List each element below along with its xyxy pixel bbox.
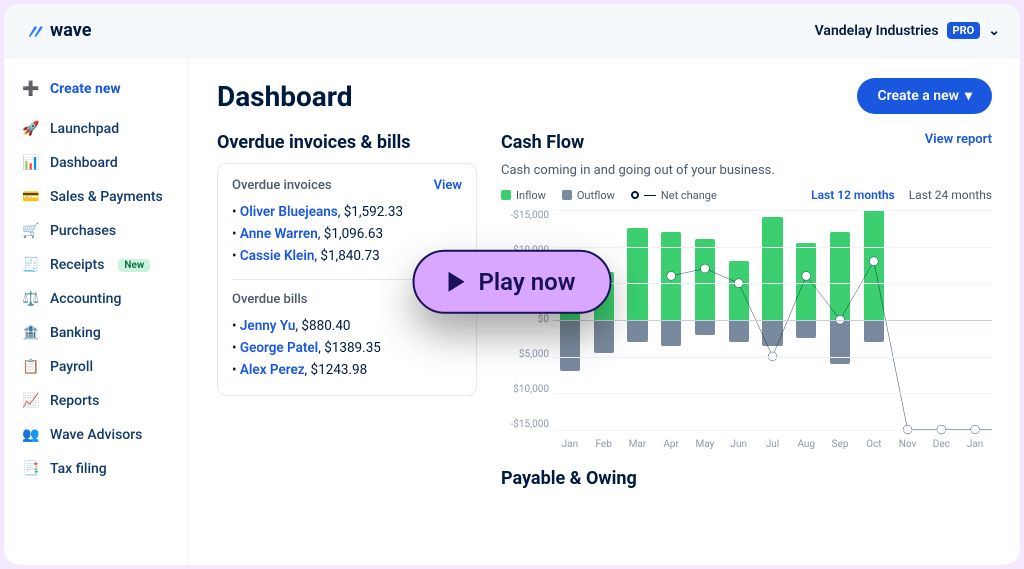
nav-icon: 📊 xyxy=(22,155,40,171)
customer-link[interactable]: Oliver Bluejeans xyxy=(240,204,338,220)
page-title: Dashboard xyxy=(217,80,353,113)
sidebar-item-banking[interactable]: 🏦Banking xyxy=(4,316,188,350)
create-new-dropdown[interactable]: Create a new ▾ xyxy=(857,78,992,114)
view-report-link[interactable]: View report xyxy=(925,132,992,147)
list-item: • Jenny Yu, $880.40 xyxy=(232,315,462,337)
caret-down-icon: ▾ xyxy=(965,88,972,104)
nav-icon: ⚖️ xyxy=(22,291,40,307)
payable-title: Payable & Owing xyxy=(501,468,992,489)
customer-link[interactable]: Anne Warren xyxy=(240,226,318,242)
list-item: • Oliver Bluejeans, $1,592.33 xyxy=(232,201,462,223)
new-badge: New xyxy=(118,259,150,272)
create-new-label: Create new xyxy=(50,81,121,97)
customer-link[interactable]: Jenny Yu xyxy=(240,318,296,334)
outflow-swatch-icon xyxy=(562,190,572,200)
nav-icon: 🚀 xyxy=(22,121,40,137)
sidebar-item-tax-filing[interactable]: 📑Tax filing xyxy=(4,452,188,486)
cashflow-chart: -$15,000$10,000$5,000$0$5,000$10,000-$15… xyxy=(501,210,992,450)
brand-logo: 〃 wave xyxy=(24,16,91,45)
list-item: • Alex Perez, $1243.98 xyxy=(232,359,462,381)
customer-link[interactable]: George Patel xyxy=(240,340,318,356)
main-content: Dashboard Create a new ▾ Overdue invoice… xyxy=(189,58,1020,565)
account-name: Vandelay Industries xyxy=(815,23,939,39)
inflow-swatch-icon xyxy=(501,190,511,200)
nav-icon: 📈 xyxy=(22,393,40,409)
sidebar-item-receipts[interactable]: 🧾ReceiptsNew xyxy=(4,248,188,282)
wave-logo-icon: 〃 xyxy=(24,16,44,45)
sidebar-item-purchases[interactable]: 🛒Purchases xyxy=(4,214,188,248)
create-new-button[interactable]: ➕ Create new xyxy=(4,72,188,106)
nav-icon: 🛒 xyxy=(22,223,40,239)
range-toggle: Last 12 months Last 24 months xyxy=(811,188,992,202)
sidebar-item-accounting[interactable]: ⚖️Accounting xyxy=(4,282,188,316)
pro-badge: PRO xyxy=(947,22,981,39)
chevron-down-icon: ⌄ xyxy=(988,23,1000,39)
sidebar-item-payroll[interactable]: 📋Payroll xyxy=(4,350,188,384)
nav-icon: 💳 xyxy=(22,189,40,205)
range-24-months[interactable]: Last 24 months xyxy=(909,188,992,202)
customer-link[interactable]: Cassie Klein xyxy=(240,248,314,264)
top-header: 〃 wave Vandelay Industries PRO ⌄ xyxy=(4,4,1020,58)
sidebar-item-wave-advisors[interactable]: 👥Wave Advisors xyxy=(4,418,188,452)
nav-icon: 👥 xyxy=(22,427,40,443)
nav-icon: 📋 xyxy=(22,359,40,375)
brand-name: wave xyxy=(50,20,91,41)
sidebar-item-dashboard[interactable]: 📊Dashboard xyxy=(4,146,188,180)
range-12-months[interactable]: Last 12 months xyxy=(811,188,895,202)
sidebar-item-reports[interactable]: 📈Reports xyxy=(4,384,188,418)
cashflow-subtitle: Cash coming in and going out of your bus… xyxy=(501,163,775,178)
sidebar-item-sales-payments[interactable]: 💳Sales & Payments xyxy=(4,180,188,214)
plus-circle-icon: ➕ xyxy=(22,81,40,97)
view-overdue-invoices-link[interactable]: View xyxy=(434,178,462,193)
play-icon xyxy=(449,271,465,291)
customer-link[interactable]: Alex Perez xyxy=(240,362,305,378)
overdue-invoices-label: Overdue invoices xyxy=(232,178,332,193)
sidebar: ➕ Create new 🚀Launchpad📊Dashboard💳Sales … xyxy=(4,58,189,565)
nav-icon: 🏦 xyxy=(22,325,40,341)
list-item: • George Patel, $1389.35 xyxy=(232,337,462,359)
overdue-title: Overdue invoices & bills xyxy=(217,132,477,153)
cashflow-title: Cash Flow xyxy=(501,132,775,153)
sidebar-item-launchpad[interactable]: 🚀Launchpad xyxy=(4,112,188,146)
nav-icon: 🧾 xyxy=(22,257,40,273)
account-switcher[interactable]: Vandelay Industries PRO ⌄ xyxy=(815,22,1000,39)
list-item: • Anne Warren, $1,096.63 xyxy=(232,223,462,245)
overdue-bills-label: Overdue bills xyxy=(232,292,307,307)
chart-legend: Inflow Outflow Net change xyxy=(501,189,717,202)
netchange-dot-icon xyxy=(631,191,639,199)
play-now-button[interactable]: Play now xyxy=(413,249,612,313)
nav-icon: 📑 xyxy=(22,461,40,477)
